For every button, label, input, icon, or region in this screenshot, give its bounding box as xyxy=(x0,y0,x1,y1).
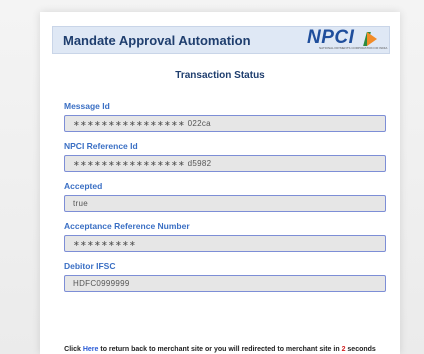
accepted-field[interactable]: true xyxy=(64,195,386,212)
message-id-field[interactable]: ∗∗∗∗∗∗∗∗∗∗∗∗∗∗∗∗ 022ca xyxy=(64,115,386,132)
page-title: Transaction Status xyxy=(175,70,265,81)
return-here-link[interactable]: Here xyxy=(83,346,99,353)
redirect-prefix: Click xyxy=(64,346,83,353)
debitor-ifsc-label: Debitor IFSC xyxy=(64,261,116,271)
message-id-label: Message Id xyxy=(64,101,110,111)
app-title: Mandate Approval Automation xyxy=(63,33,251,48)
status-card: Mandate Approval Automation NPCI NATIONA… xyxy=(40,12,400,354)
logo-tagline: NATIONAL PAYMENTS CORPORATION OF INDIA xyxy=(319,46,388,50)
accepted-label: Accepted xyxy=(64,181,103,191)
redirect-middle: to return back to merchant site or you w… xyxy=(98,346,342,353)
npci-logo: NPCI NATIONAL PAYMENTS CORPORATION OF IN… xyxy=(305,27,387,53)
redirect-message: Click Here to return back to merchant si… xyxy=(40,346,400,353)
debitor-ifsc-field[interactable]: HDFC0999999 xyxy=(64,275,386,292)
logo-arrow-icon xyxy=(367,32,377,46)
app-header: Mandate Approval Automation NPCI NATIONA… xyxy=(52,26,390,54)
redirect-suffix: seconds xyxy=(345,346,376,353)
acceptance-reference-number-field[interactable]: ∗∗∗∗∗∗∗∗∗ xyxy=(64,235,386,252)
npci-reference-id-label: NPCI Reference Id xyxy=(64,141,138,151)
npci-reference-id-field[interactable]: ∗∗∗∗∗∗∗∗∗∗∗∗∗∗∗∗ d5982 xyxy=(64,155,386,172)
acceptance-reference-number-label: Acceptance Reference Number xyxy=(64,221,190,231)
